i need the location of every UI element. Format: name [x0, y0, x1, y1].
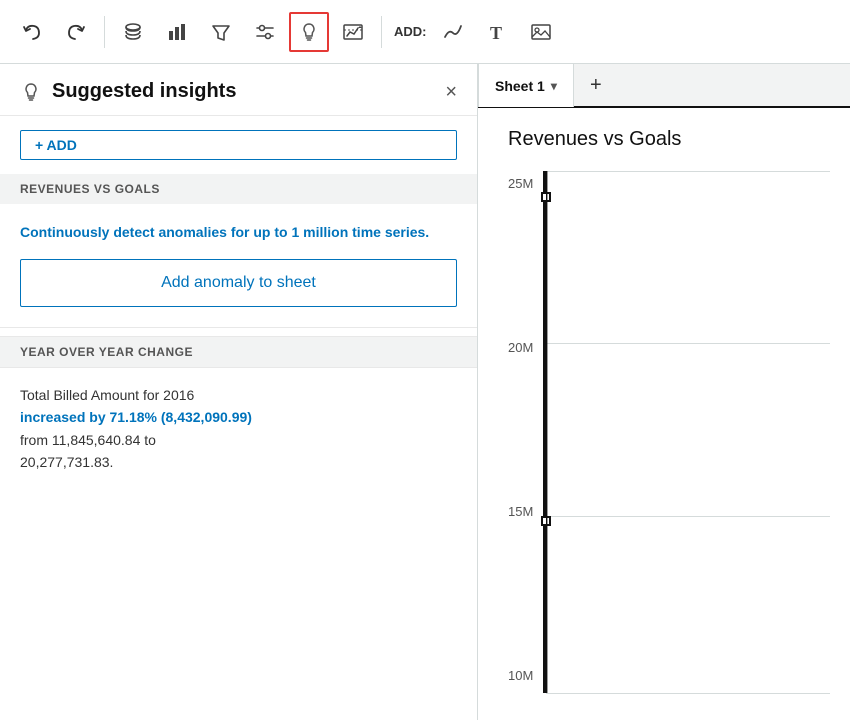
- sliders-icon[interactable]: [245, 12, 285, 52]
- bar-chart-icon[interactable]: [157, 12, 197, 52]
- yoy-line2: from 11,845,640.84 to: [20, 432, 156, 448]
- chart-area: Revenues vs Goals 25M 20M 15M 10M: [478, 108, 850, 720]
- panel-title: Suggested insights: [52, 80, 236, 103]
- add-image-icon[interactable]: [521, 12, 561, 52]
- sheet-1-tab-label: Sheet 1: [495, 78, 545, 94]
- anomaly-description: Continuously detect anomalies for up to …: [20, 222, 457, 243]
- anomaly-insight-block: Continuously detect anomalies for up to …: [0, 204, 477, 328]
- yoy-insight-block: Total Billed Amount for 2016 increased b…: [0, 368, 477, 490]
- y-axis: 25M 20M 15M 10M: [508, 171, 543, 693]
- y-label-15m: 15M: [508, 504, 533, 519]
- y-label-25m: 25M: [508, 176, 533, 191]
- add-anomaly-to-sheet-button[interactable]: Add anomaly to sheet: [20, 259, 457, 307]
- yoy-highlight: increased by 71.18% (8,432,090.99): [20, 409, 252, 425]
- panel-title-row: Suggested insights: [20, 80, 236, 103]
- add-text-icon[interactable]: T: [477, 12, 517, 52]
- close-panel-button[interactable]: ×: [445, 82, 457, 102]
- add-insight-button[interactable]: + ADD: [20, 130, 457, 160]
- sheet-tab-chevron-icon: ▾: [551, 79, 557, 93]
- chart-plot: [543, 171, 830, 693]
- grid-line-bottom: [546, 693, 830, 694]
- panel-header: Suggested insights ×: [0, 64, 477, 116]
- svg-text:T: T: [490, 23, 502, 43]
- yoy-description: Total Billed Amount for 2016 increased b…: [20, 384, 457, 474]
- analysis-icon[interactable]: [333, 12, 373, 52]
- yoy-line3: 20,277,731.83.: [20, 454, 113, 470]
- chart-container: 25M 20M 15M 10M: [508, 171, 830, 693]
- database-icon[interactable]: [113, 12, 153, 52]
- yoy-section-header: YEAR OVER YEAR CHANGE: [0, 336, 477, 368]
- yoy-line1: Total Billed Amount for 2016: [20, 387, 194, 403]
- add-insight-button-label: + ADD: [35, 137, 77, 153]
- sheet-1-tab[interactable]: Sheet 1 ▾: [478, 63, 574, 107]
- right-panel: Sheet 1 ▾ + Revenues vs Goals 25M 20M 15…: [478, 64, 850, 720]
- undo-icon[interactable]: [12, 12, 52, 52]
- filter-icon[interactable]: [201, 12, 241, 52]
- add-line-chart-icon[interactable]: [433, 12, 473, 52]
- suggested-insights-panel: Suggested insights × + ADD REVENUES VS G…: [0, 64, 478, 720]
- divider-1: [104, 16, 105, 48]
- y-label-10m: 10M: [508, 668, 533, 683]
- panel-lightbulb-icon: [20, 81, 42, 103]
- chart-line-svg: [546, 171, 830, 693]
- main-layout: Suggested insights × + ADD REVENUES VS G…: [0, 64, 850, 720]
- divider-2: [381, 16, 382, 48]
- y-label-20m: 20M: [508, 340, 533, 355]
- chart-title: Revenues vs Goals: [508, 128, 830, 151]
- sheet-tabs-bar: Sheet 1 ▾ +: [478, 64, 850, 108]
- insights-lightbulb-icon[interactable]: [289, 12, 329, 52]
- redo-icon[interactable]: [56, 12, 96, 52]
- add-sheet-tab-button[interactable]: +: [578, 67, 614, 103]
- add-label: ADD:: [394, 24, 427, 39]
- revenues-vs-goals-header: REVENUES VS GOALS: [0, 174, 477, 204]
- toolbar: ADD: T: [0, 0, 850, 64]
